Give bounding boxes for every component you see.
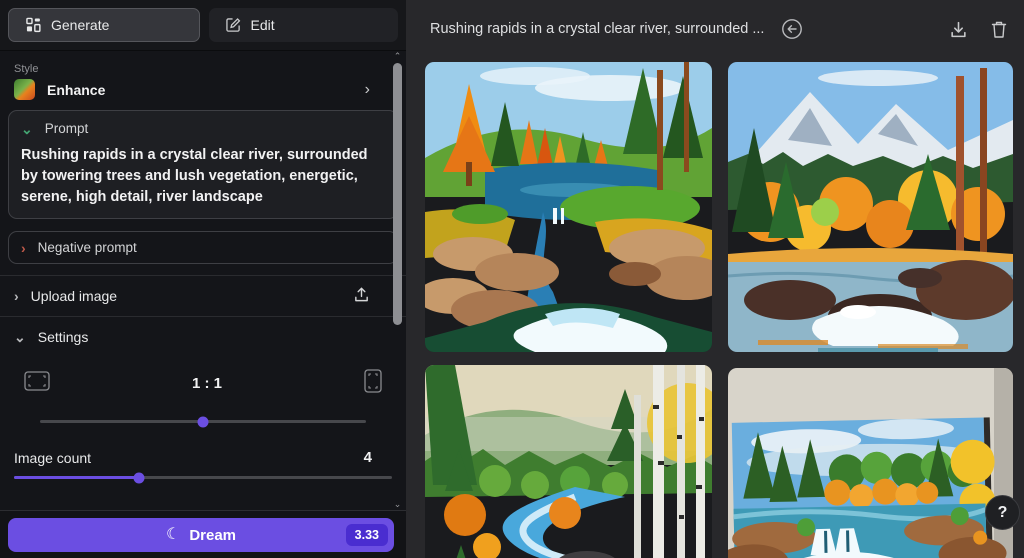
reuse-prompt-icon[interactable] [780, 17, 804, 41]
settings-row[interactable]: ⌄ Settings [0, 317, 406, 355]
chevron-right-icon: › [364, 80, 370, 98]
dream-button[interactable]: ☾ Dream 3.33 [8, 518, 394, 552]
aspect-ratio-row: 1 : 1 [24, 369, 382, 398]
chevron-down-icon: ⌄ [21, 120, 33, 137]
chevron-right-icon: › [21, 239, 26, 256]
chevron-right-icon: › [14, 288, 19, 304]
mode-tabs: Generate Edit [0, 0, 406, 51]
upload-image-label: Upload image [30, 288, 118, 304]
upload-icon [353, 286, 370, 306]
result-image-4[interactable] [728, 368, 1013, 558]
prompt-input[interactable]: Rushing rapids in a crystal clear river,… [21, 145, 385, 208]
image-count-slider[interactable] [14, 472, 392, 483]
generate-grid-icon [26, 17, 41, 33]
image-count-row: Image count 4 [14, 449, 392, 466]
sidebar-scrollbar[interactable]: ⌃ ⌄ [392, 51, 403, 510]
download-icon[interactable] [949, 20, 968, 39]
dream-button-label: Dream [189, 526, 237, 544]
aspect-ratio-value: 1 : 1 [191, 375, 222, 392]
help-button[interactable]: ? [985, 495, 1020, 530]
negative-prompt-header[interactable]: › Negative prompt [21, 240, 385, 255]
style-value: Enhance [47, 81, 106, 98]
aspect-ratio-slider[interactable] [40, 416, 366, 427]
tab-edit[interactable]: Edit [208, 8, 398, 42]
results-panel: Rushing rapids in a crystal clear river,… [406, 0, 1024, 558]
result-image-2[interactable] [728, 62, 1013, 352]
image-count-slider-thumb[interactable] [133, 472, 145, 483]
tab-generate[interactable]: Generate [8, 8, 200, 42]
prompt-card[interactable]: ⌄ Prompt Rushing rapids in a crystal cle… [8, 110, 398, 219]
style-label: Style [14, 63, 39, 75]
scrollbar-thumb[interactable] [393, 63, 402, 325]
portrait-frame-icon[interactable] [364, 369, 382, 398]
settings-label: Settings [37, 329, 89, 345]
tab-edit-label: Edit [250, 17, 275, 33]
sidebar-footer: ☾ Dream 3.33 [0, 510, 406, 558]
style-thumbnail [14, 79, 35, 100]
app-window: Generate Edit Style Enhance › ⌄ Prompt R… [0, 0, 1024, 558]
credits-badge: 3.33 [345, 524, 388, 546]
scroll-up-icon[interactable]: ⌃ [392, 52, 403, 61]
edit-pencil-icon [225, 18, 241, 33]
landscape-frame-icon[interactable] [24, 371, 50, 396]
results-header: Rushing rapids in a crystal clear river,… [406, 0, 1024, 58]
result-image-3[interactable] [425, 365, 712, 558]
style-selector[interactable]: Enhance › [14, 79, 392, 100]
image-count-label: Image count [14, 449, 92, 466]
moon-icon: ☾ [165, 526, 181, 543]
prompt-header[interactable]: ⌄ Prompt [21, 121, 385, 136]
sidebar-scroll-area: Style Enhance › ⌄ Prompt Rushing rapids … [0, 51, 406, 529]
chevron-down-icon: ⌄ [14, 329, 26, 345]
tab-generate-label: Generate [51, 17, 110, 33]
header-actions [949, 20, 1008, 39]
results-title: Rushing rapids in a crystal clear river,… [430, 21, 765, 37]
image-count-value: 4 [363, 449, 372, 466]
aspect-slider-thumb[interactable] [197, 416, 209, 427]
sidebar: Generate Edit Style Enhance › ⌄ Prompt R… [0, 0, 406, 558]
prompt-label: Prompt [44, 121, 89, 136]
image-count-slider-fill [14, 476, 139, 479]
upload-image-row[interactable]: › Upload image [0, 275, 406, 317]
scroll-down-icon[interactable]: ⌄ [392, 500, 403, 509]
negative-prompt-card[interactable]: › Negative prompt [8, 231, 398, 264]
negative-prompt-label: Negative prompt [37, 240, 137, 255]
result-image-1[interactable] [425, 62, 712, 352]
delete-icon[interactable] [990, 20, 1008, 39]
